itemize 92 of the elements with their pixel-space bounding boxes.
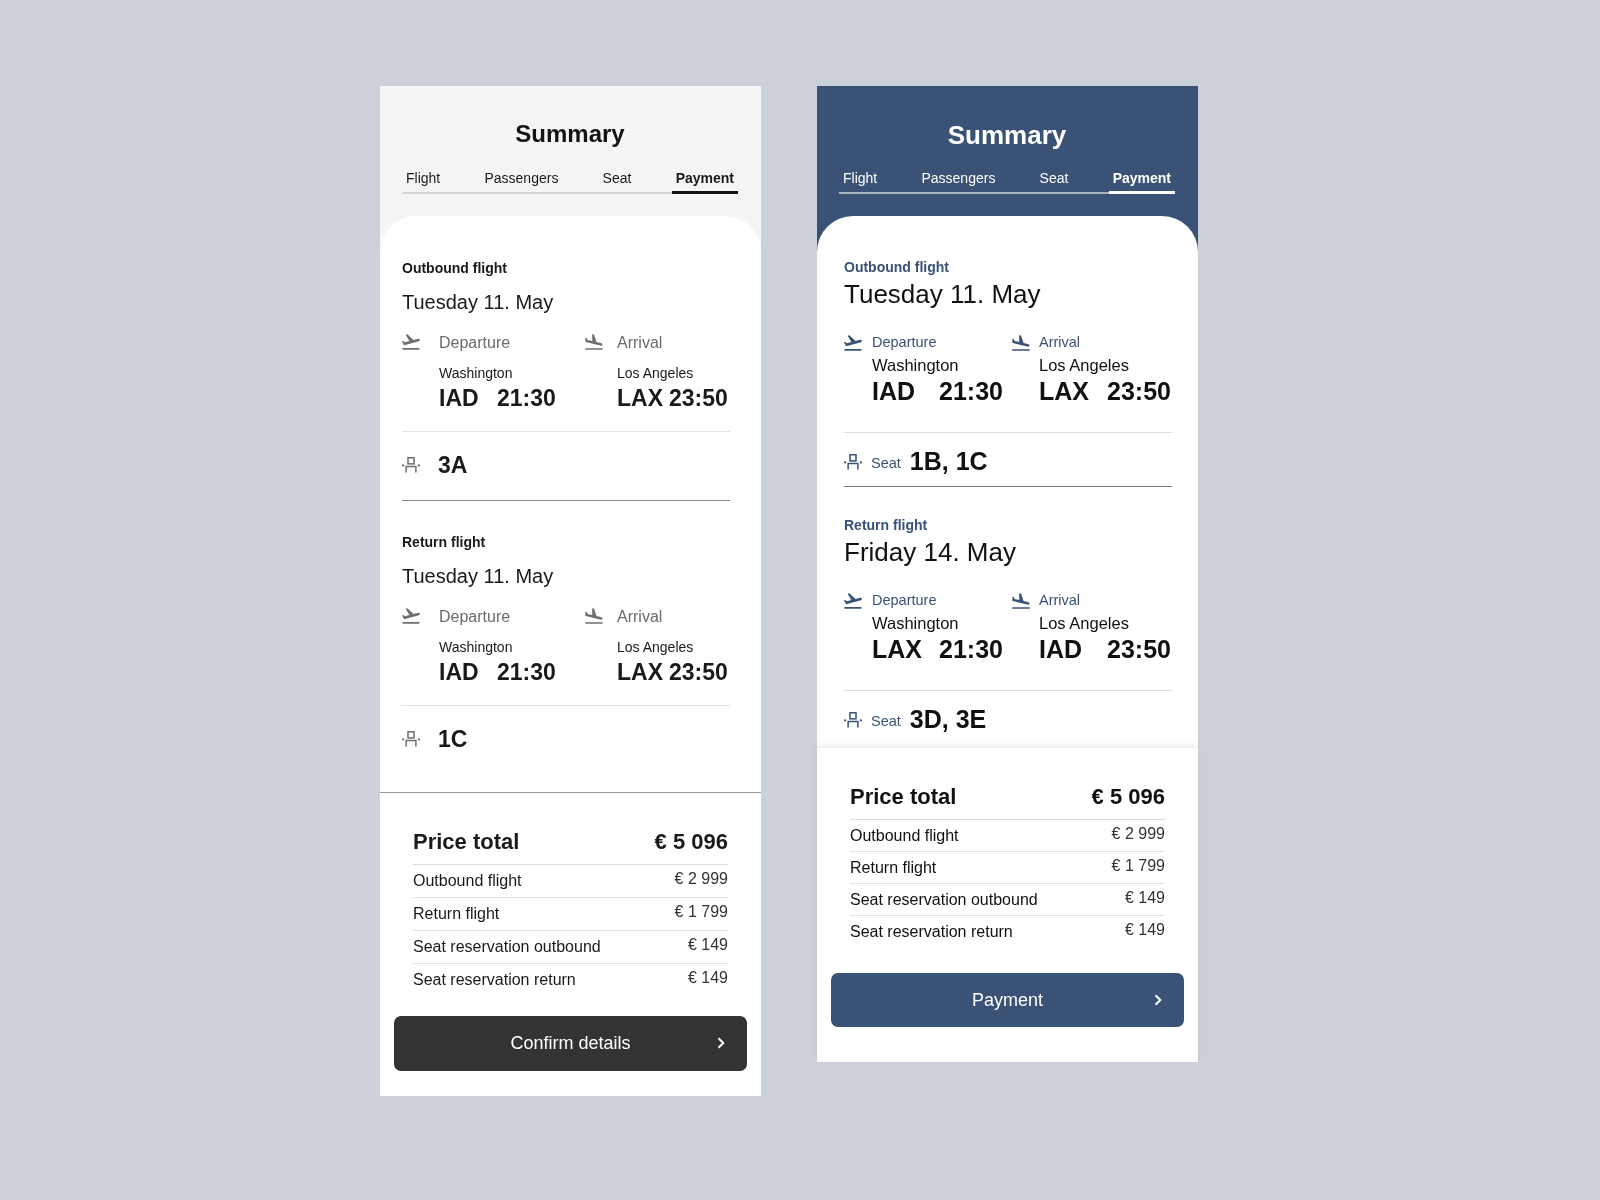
tab[interactable]: Passengers xyxy=(917,170,1000,195)
arrival-label: Arrival xyxy=(617,332,663,352)
flight-date: Tuesday 11. May xyxy=(402,290,554,313)
flight-heading: Return flight xyxy=(844,517,929,535)
city-name: Washington xyxy=(439,638,513,655)
airport-code: LAX xyxy=(617,658,663,685)
airport-code: LAX xyxy=(617,384,663,411)
price-item-label: Outbound flight xyxy=(413,871,522,891)
tab[interactable]: Seat xyxy=(598,169,636,194)
airport-code: LAX xyxy=(1039,377,1089,406)
flight-time: 23:50 xyxy=(1107,377,1171,407)
seat-number: 3D, 3E xyxy=(909,705,987,735)
seat-number: 3A xyxy=(438,451,468,479)
price-item-amount: € 1 799 xyxy=(1111,856,1165,877)
chevron-right-icon xyxy=(717,1037,725,1050)
flight-time: 21:30 xyxy=(497,658,556,686)
seat-label: Seat xyxy=(871,712,901,731)
tab[interactable]: Payment xyxy=(671,169,738,194)
airport-code: LAX xyxy=(872,635,922,664)
price-item-amount: € 149 xyxy=(1124,888,1165,909)
airport-code: IAD xyxy=(439,384,479,411)
screen-title: Summary xyxy=(946,120,1068,152)
price-item-label: Seat reservation return xyxy=(850,922,1013,942)
tab[interactable]: Seat xyxy=(1035,170,1073,195)
price-item-amount: € 149 xyxy=(687,935,728,956)
arrival-label: Arrival xyxy=(1039,592,1081,610)
city-name: Washington xyxy=(439,364,513,381)
flight-heading: Outbound flight xyxy=(844,259,950,277)
chair-icon xyxy=(844,453,862,470)
plane-landing-icon xyxy=(585,334,603,351)
plane-landing-icon xyxy=(1012,592,1030,609)
flight-time: 23:50 xyxy=(1107,635,1171,665)
plane-landing-icon xyxy=(1012,334,1030,351)
airport-code: IAD xyxy=(1039,635,1083,664)
airport-code: IAD xyxy=(872,377,916,406)
flight-heading: Return flight xyxy=(402,533,487,551)
continue-button[interactable]: Payment xyxy=(831,973,1184,1028)
seat-label: Seat xyxy=(871,454,901,473)
tab[interactable]: Payment xyxy=(1108,170,1175,195)
city-name: Washington xyxy=(872,356,959,375)
tab[interactable]: Flight xyxy=(402,169,445,194)
city-name: Washington xyxy=(872,614,959,633)
flight-time: 23:50 xyxy=(669,658,728,686)
plane-takeoff-icon xyxy=(402,608,420,625)
continue-button[interactable]: Confirm details xyxy=(394,1015,747,1071)
price-total-label: Price total xyxy=(413,828,520,855)
tab[interactable]: Flight xyxy=(839,170,882,195)
flight-date: Tuesday 11. May xyxy=(402,564,554,587)
flight-time: 23:50 xyxy=(669,384,728,412)
departure-label: Departure xyxy=(872,592,937,610)
price-total-label: Price total xyxy=(850,784,957,811)
plane-takeoff-icon xyxy=(844,592,862,609)
arrival-label: Arrival xyxy=(617,606,663,626)
plane-takeoff-icon xyxy=(402,334,420,351)
flight-heading: Outbound flight xyxy=(402,259,508,277)
city-name: Los Angeles xyxy=(1039,614,1129,633)
seat-number: 1B, 1C xyxy=(909,447,988,477)
chair-icon xyxy=(402,457,420,474)
screen-title: Summary xyxy=(514,120,626,149)
chevron-right-icon xyxy=(1154,994,1162,1007)
airport-code: IAD xyxy=(439,658,479,685)
departure-label: Departure xyxy=(439,332,511,352)
departure-label: Departure xyxy=(872,334,937,352)
plane-landing-icon xyxy=(585,608,603,625)
price-total-amount: € 5 096 xyxy=(1091,784,1165,811)
tab[interactable]: Passengers xyxy=(480,169,563,194)
flight-date: Tuesday 11. May xyxy=(844,279,1041,310)
city-name: Los Angeles xyxy=(617,638,694,655)
price-item-amount: € 149 xyxy=(687,968,728,989)
flight-time: 21:30 xyxy=(939,377,1003,407)
arrival-label: Arrival xyxy=(1039,334,1081,352)
price-item-label: Seat reservation outbound xyxy=(850,890,1038,910)
seat-number: 1C xyxy=(438,725,468,753)
price-item-label: Outbound flight xyxy=(850,826,959,846)
city-name: Los Angeles xyxy=(1039,356,1129,375)
price-item-label: Seat reservation outbound xyxy=(413,937,601,957)
flight-time: 21:30 xyxy=(497,384,556,412)
price-item-amount: € 149 xyxy=(1124,920,1165,941)
price-item-amount: € 2 999 xyxy=(1111,824,1165,845)
price-item-amount: € 2 999 xyxy=(674,869,728,890)
city-name: Los Angeles xyxy=(617,364,694,381)
chair-icon xyxy=(844,711,862,728)
price-item-label: Seat reservation return xyxy=(413,970,576,990)
flight-time: 21:30 xyxy=(939,635,1003,665)
chair-icon xyxy=(402,731,420,748)
price-item-label: Return flight xyxy=(413,904,500,924)
price-item-label: Return flight xyxy=(850,858,937,878)
price-item-amount: € 1 799 xyxy=(674,902,728,923)
flight-date: Friday 14. May xyxy=(844,537,1016,568)
plane-takeoff-icon xyxy=(844,334,862,351)
price-total-amount: € 5 096 xyxy=(654,828,728,855)
departure-label: Departure xyxy=(439,606,511,626)
